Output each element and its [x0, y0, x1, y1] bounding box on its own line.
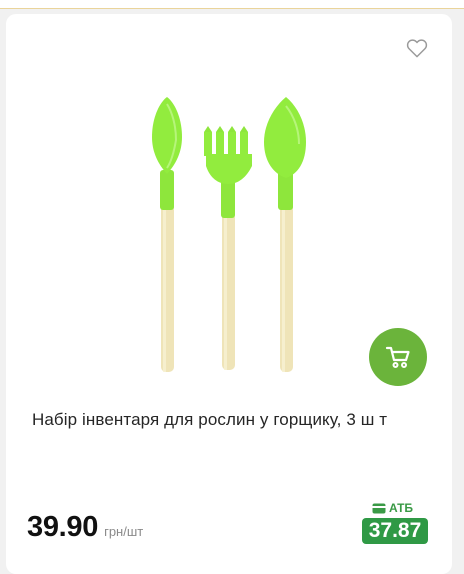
rake-tool	[204, 126, 252, 370]
card-icon	[372, 503, 386, 513]
add-to-cart-button[interactable]	[369, 328, 427, 386]
price: 39.90 грн/шт	[27, 511, 143, 544]
atb-label-text: АТБ	[389, 501, 414, 515]
shovel-tool	[264, 97, 306, 372]
product-image[interactable]	[146, 92, 346, 388]
favorite-button[interactable]	[406, 38, 428, 58]
product-title[interactable]: Набір інвентаря для рослин у горщику, 3 …	[32, 406, 428, 433]
heart-icon	[406, 39, 428, 58]
shopping-cart-icon	[385, 346, 410, 368]
price-unit: грн/шт	[104, 524, 144, 539]
garden-tools-icon	[152, 97, 306, 372]
atb-price-badge: 37.87	[362, 518, 428, 544]
trowel-tool	[152, 97, 182, 372]
price-value: 39.90	[27, 511, 99, 543]
product-card[interactable]: Набір інвентаря для рослин у горщику, 3 …	[6, 14, 452, 574]
top-strip	[0, 0, 464, 9]
atb-loyalty-label: АТБ	[372, 501, 413, 515]
